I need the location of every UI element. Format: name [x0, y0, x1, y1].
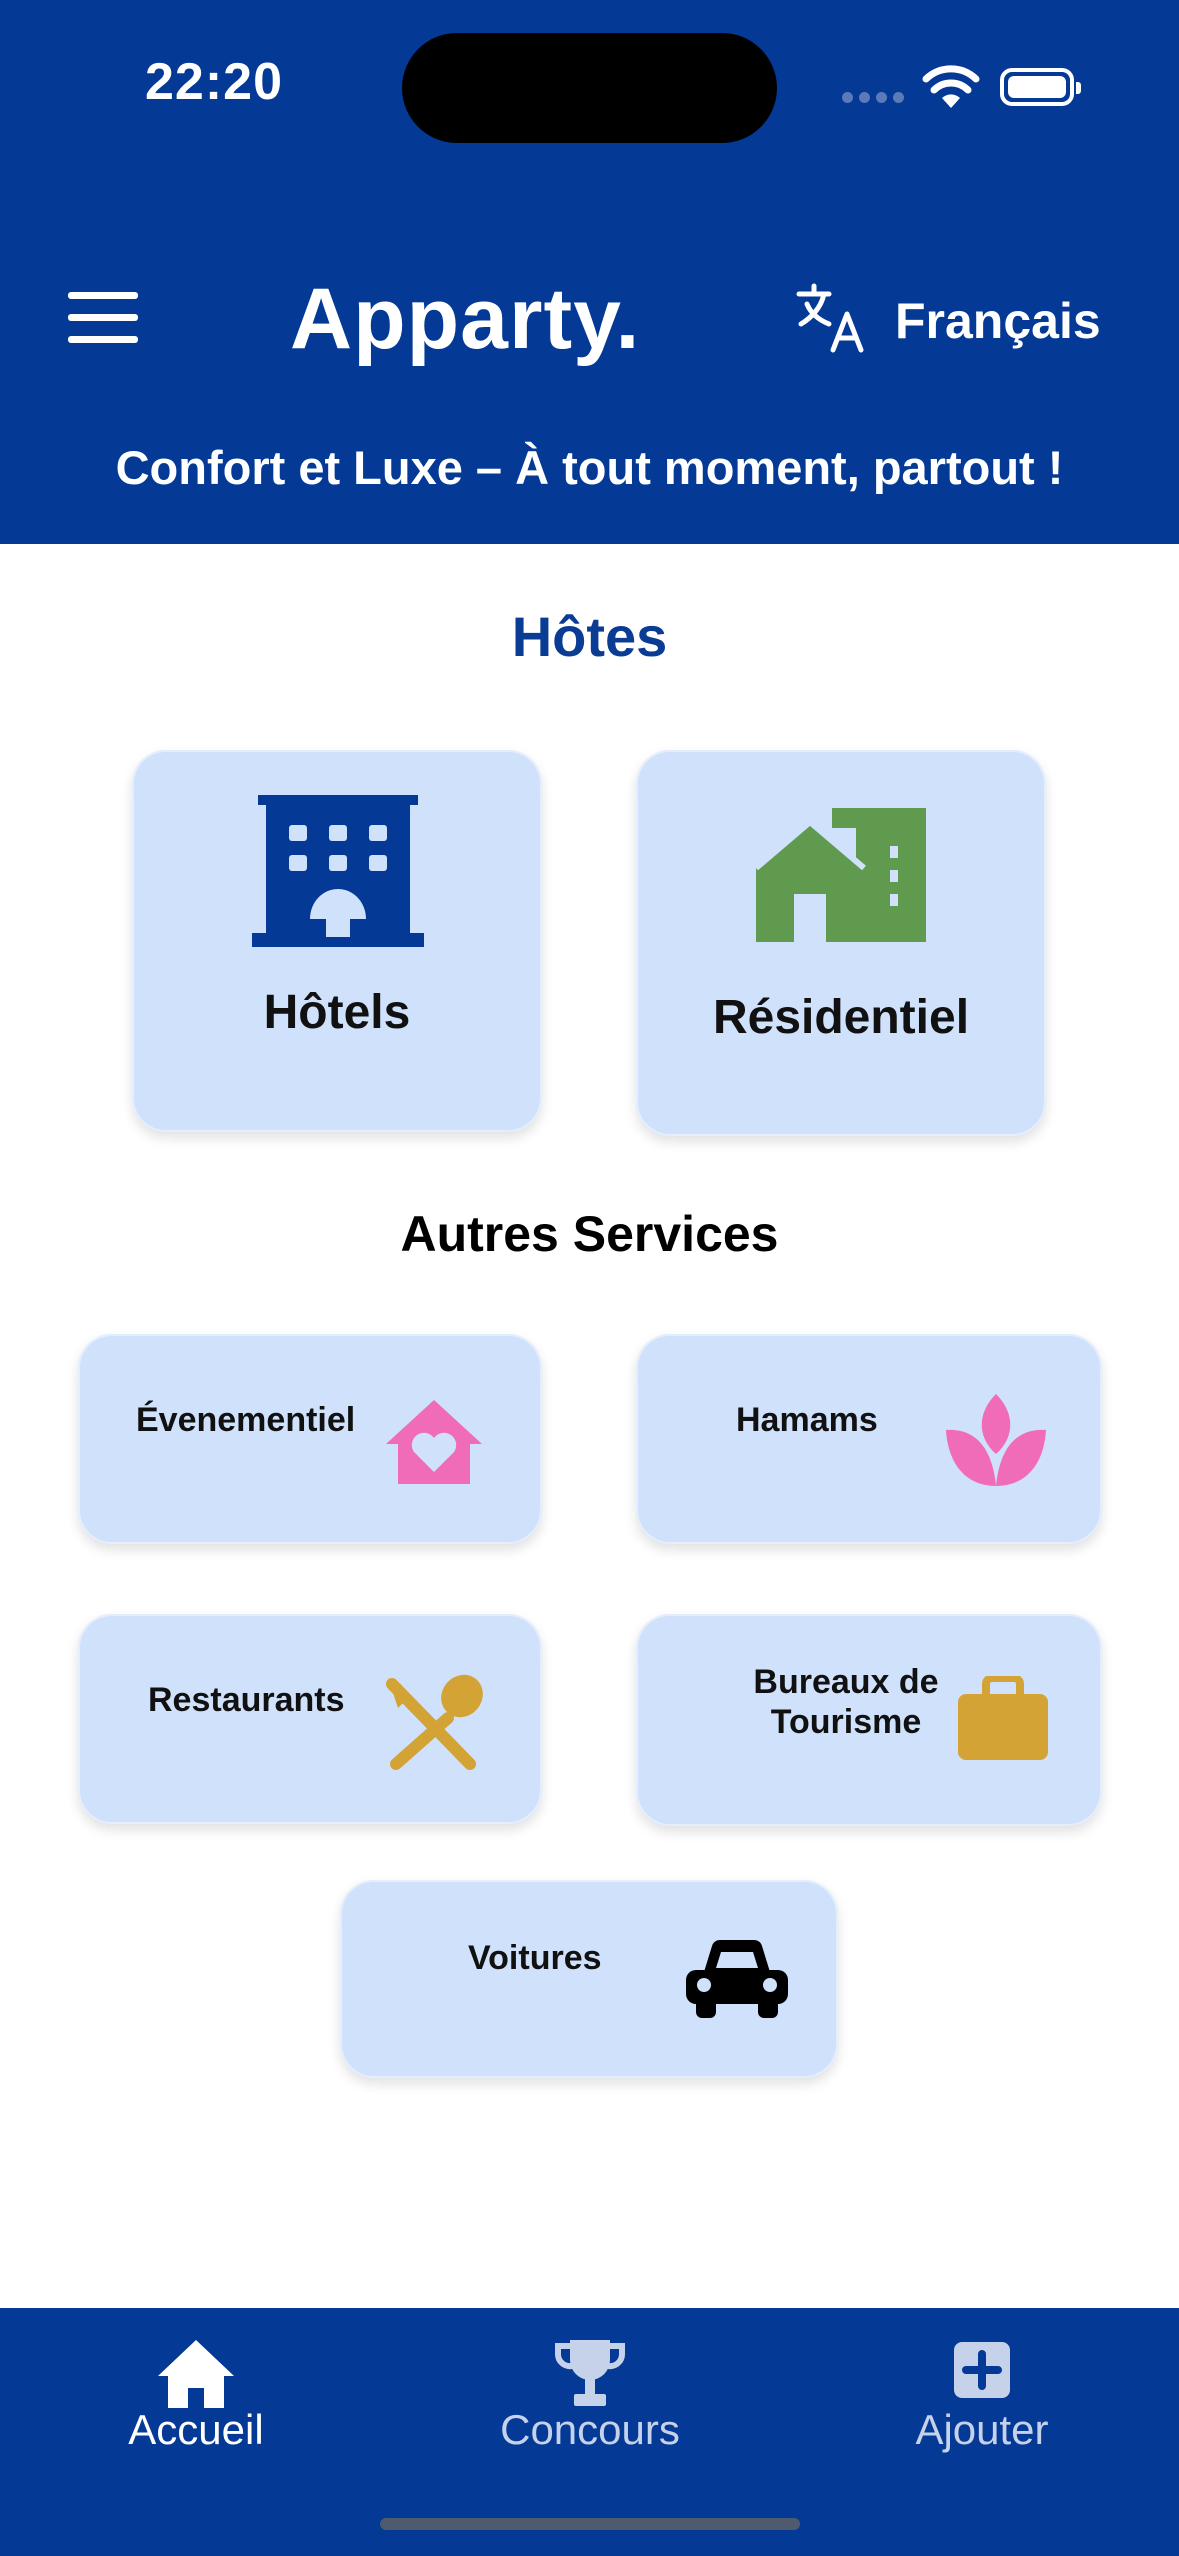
hotels-label: Hôtels [263, 986, 411, 1039]
brand-logo-text: Apparty. [290, 271, 641, 367]
restaurants-label: Restaurants [148, 1681, 345, 1719]
menu-button[interactable] [68, 292, 140, 344]
bottom-tab-bar: Accueil Concours Ajouter [0, 2308, 1179, 2556]
events-label: Évenementiel [136, 1401, 356, 1439]
plus-square-icon [954, 2342, 1010, 2398]
tourism-offices-label: Bureaux de Tourisme [753, 1663, 939, 1741]
restaurants-card[interactable]: Restaurants [78, 1614, 542, 1824]
tab-home-label: Accueil [128, 2406, 264, 2453]
language-label: Français [895, 293, 1101, 349]
cars-label: Voitures [468, 1939, 602, 1977]
services-section-title: Autres Services [400, 1206, 779, 1262]
trophy-icon [554, 2340, 626, 2406]
events-card[interactable]: Évenementiel [78, 1334, 542, 1544]
tab-contests[interactable]: Concours [440, 2308, 740, 2508]
home-icon [158, 2340, 234, 2408]
hosts-section-title: Hôtes [511, 605, 668, 668]
translate-icon [796, 283, 864, 353]
car-icon [686, 1939, 788, 2018]
wifi-icon [922, 65, 980, 108]
house-heart-icon [386, 1400, 482, 1484]
hotel-building-icon [252, 795, 424, 947]
status-time: 22:20 [145, 53, 283, 111]
tab-home[interactable]: Accueil [46, 2308, 346, 2508]
cars-card[interactable]: Voitures [340, 1880, 838, 2078]
tab-contests-label: Concours [500, 2406, 680, 2453]
briefcase-icon [958, 1676, 1048, 1760]
tab-add[interactable]: Ajouter [832, 2308, 1132, 2508]
residential-label: Résidentiel [712, 991, 970, 1044]
hamams-label: Hamams [736, 1401, 878, 1439]
dynamic-island [402, 33, 777, 143]
tagline: Confort et Luxe – À tout moment, partout… [115, 441, 1064, 494]
utensils-icon [386, 1674, 483, 1770]
lotus-icon [946, 1394, 1046, 1486]
battery-icon [1000, 68, 1081, 106]
app-header: 22:20 Apparty. Français Confort et Luxe … [0, 0, 1179, 544]
tourism-offices-card[interactable]: Bureaux de Tourisme [636, 1614, 1102, 1826]
cellular-signal-icon [842, 92, 904, 104]
hotels-card[interactable]: Hôtels [132, 750, 542, 1132]
residential-card[interactable]: Résidentiel [636, 750, 1046, 1136]
tab-add-label: Ajouter [915, 2406, 1049, 2453]
hamams-card[interactable]: Hamams [636, 1334, 1102, 1544]
home-indicator [380, 2518, 800, 2530]
residential-houses-icon [756, 808, 926, 942]
